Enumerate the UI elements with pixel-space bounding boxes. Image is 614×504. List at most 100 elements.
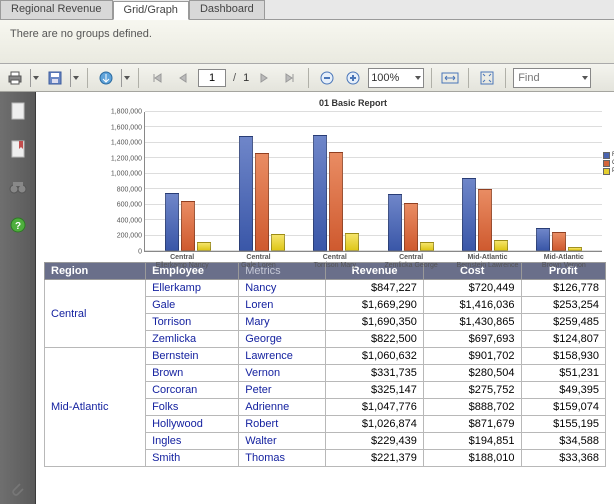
find-select[interactable]: Find: [513, 68, 591, 88]
bookmark-icon: [10, 140, 26, 158]
chart-bar: [568, 247, 582, 251]
tab-dashboard[interactable]: Dashboard: [189, 0, 265, 19]
chart-x-label: CentralEllerkamp Nancy: [144, 252, 220, 269]
separator: [87, 68, 88, 88]
cell-employee-first[interactable]: Walter: [239, 433, 326, 450]
cell-cost: $888,702: [423, 399, 521, 416]
col-region[interactable]: Region: [45, 263, 146, 280]
cell-profit: $155,195: [521, 416, 606, 433]
chart-bar: [197, 242, 211, 251]
cell-employee-first[interactable]: Vernon: [239, 365, 326, 382]
chart-x-label: CentralZemlicka George: [373, 252, 449, 269]
sidebar: ?: [0, 92, 36, 504]
cell-region[interactable]: Central: [45, 280, 146, 348]
zoom-in-button[interactable]: [342, 67, 364, 89]
cell-employee-first[interactable]: Thomas: [239, 450, 326, 467]
info-bar: There are no groups defined.: [0, 20, 614, 64]
report-viewer[interactable]: 01 Basic Report 0200,000400,000600,00080…: [36, 92, 614, 504]
cell-employee-first[interactable]: George: [239, 331, 326, 348]
attachment-button[interactable]: [6, 478, 28, 500]
tab-bar: Regional Revenue Grid/Graph Dashboard: [0, 0, 614, 20]
cell-cost: $720,449: [423, 280, 521, 297]
cell-employee-last[interactable]: Torrison: [146, 314, 239, 331]
tab-grid-graph[interactable]: Grid/Graph: [113, 1, 189, 20]
page-number-input[interactable]: [198, 69, 226, 87]
prev-page-button[interactable]: [172, 67, 194, 89]
sidebar-help-icon[interactable]: ?: [7, 214, 29, 236]
save-dropdown[interactable]: [70, 69, 80, 87]
export-dropdown[interactable]: [121, 69, 131, 87]
tab-regional-revenue[interactable]: Regional Revenue: [0, 0, 113, 19]
cell-revenue: $331,735: [326, 365, 424, 382]
page-icon: [10, 102, 26, 120]
cell-employee-last[interactable]: Corcoran: [146, 382, 239, 399]
plus-icon: [346, 71, 360, 85]
cell-employee-last[interactable]: Ellerkamp: [146, 280, 239, 297]
find-placeholder: Find: [518, 72, 582, 84]
print-button[interactable]: [4, 67, 26, 89]
sidebar-binoculars-icon[interactable]: [7, 176, 29, 198]
chart-bar: [181, 201, 195, 251]
first-page-icon: [150, 71, 164, 85]
separator: [138, 68, 139, 88]
binoculars-icon: [9, 180, 27, 194]
sidebar-page-icon[interactable]: [7, 100, 29, 122]
cell-employee-first[interactable]: Adrienne: [239, 399, 326, 416]
print-dropdown[interactable]: [30, 69, 40, 87]
last-page-button[interactable]: [279, 67, 301, 89]
fit-page-button[interactable]: [476, 67, 498, 89]
save-icon: [47, 70, 63, 86]
prev-page-icon: [177, 71, 189, 85]
sidebar-bookmark-icon[interactable]: [7, 138, 29, 160]
cell-revenue: $325,147: [326, 382, 424, 399]
cell-employee-last[interactable]: Zemlicka: [146, 331, 239, 348]
next-page-icon: [258, 71, 270, 85]
cell-employee-last[interactable]: Gale: [146, 297, 239, 314]
first-page-button[interactable]: [146, 67, 168, 89]
svg-text:?: ?: [14, 221, 20, 232]
cell-employee-last[interactable]: Ingles: [146, 433, 239, 450]
cell-region[interactable]: Mid-Atlantic: [45, 348, 146, 467]
cell-employee-first[interactable]: Lawrence: [239, 348, 326, 365]
paperclip-icon: [9, 480, 25, 498]
zoom-select[interactable]: 100%: [368, 68, 424, 88]
cell-cost: $1,430,865: [423, 314, 521, 331]
cell-employee-last[interactable]: Folks: [146, 399, 239, 416]
cell-employee-last[interactable]: Bernstein: [146, 348, 239, 365]
fit-page-icon: [479, 70, 495, 86]
cell-employee-first[interactable]: Peter: [239, 382, 326, 399]
cell-cost: $1,416,036: [423, 297, 521, 314]
cell-employee-last[interactable]: Smith: [146, 450, 239, 467]
cell-employee-first[interactable]: Robert: [239, 416, 326, 433]
fit-width-button[interactable]: [439, 67, 461, 89]
chart-x-axis: CentralEllerkamp NancyCentralGale LorenC…: [144, 252, 602, 269]
chart-bar: [536, 228, 550, 251]
save-button[interactable]: [44, 67, 66, 89]
page-total: 1: [243, 72, 249, 84]
cell-revenue: $1,060,632: [326, 348, 424, 365]
chart-bar: [165, 193, 179, 251]
chart: 01 Basic Report 0200,000400,000600,00080…: [104, 94, 602, 256]
cell-revenue: $1,690,350: [326, 314, 424, 331]
cell-employee-last[interactable]: Brown: [146, 365, 239, 382]
chart-bar: [462, 178, 476, 251]
chevron-down-icon: [415, 76, 421, 80]
cell-profit: $159,074: [521, 399, 606, 416]
content-area: ? 01 Basic Report 0200,000400,000600,000…: [0, 92, 614, 504]
cell-employee-first[interactable]: Loren: [239, 297, 326, 314]
cell-cost: $871,679: [423, 416, 521, 433]
chart-bar: [271, 234, 285, 251]
cell-employee-last[interactable]: Hollywood: [146, 416, 239, 433]
cell-cost: $901,702: [423, 348, 521, 365]
next-page-button[interactable]: [253, 67, 275, 89]
cell-employee-first[interactable]: Mary: [239, 314, 326, 331]
cell-revenue: $1,669,290: [326, 297, 424, 314]
chevron-down-icon: [582, 76, 588, 80]
cell-employee-first[interactable]: Nancy: [239, 280, 326, 297]
zoom-out-button[interactable]: [316, 67, 338, 89]
cell-profit: $253,254: [521, 297, 606, 314]
export-button[interactable]: [95, 67, 117, 89]
cell-profit: $34,588: [521, 433, 606, 450]
page-sep: /: [230, 72, 239, 84]
minus-icon: [320, 71, 334, 85]
